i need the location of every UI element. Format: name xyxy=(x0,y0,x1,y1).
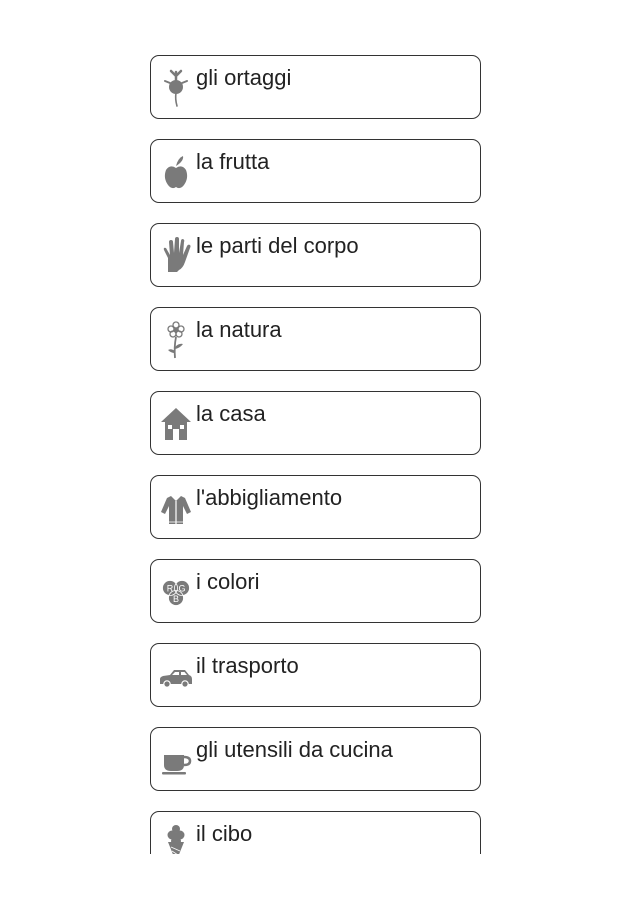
category-item-abbigliamento[interactable]: l'abbigliamento xyxy=(150,475,481,539)
category-label: la natura xyxy=(196,317,282,342)
category-label: la casa xyxy=(196,401,266,426)
beet-icon xyxy=(159,68,193,108)
flower-icon xyxy=(159,320,193,360)
category-label: il trasporto xyxy=(196,653,299,678)
category-label: le parti del corpo xyxy=(196,233,359,258)
category-label: gli ortaggi xyxy=(196,65,292,90)
category-item-corpo[interactable]: le parti del corpo xyxy=(150,223,481,287)
category-label: i colori xyxy=(196,569,260,594)
category-item-natura[interactable]: la natura xyxy=(150,307,481,371)
ice-cream-icon xyxy=(159,824,193,854)
category-label: l'abbigliamento xyxy=(196,485,343,510)
category-item-casa[interactable]: la casa xyxy=(150,391,481,455)
category-item-trasporto[interactable]: il trasporto xyxy=(150,643,481,707)
cup-icon xyxy=(159,740,193,780)
svg-text:G: G xyxy=(178,584,185,594)
svg-text:R: R xyxy=(167,584,174,594)
apple-icon xyxy=(159,152,193,192)
rgb-colors-icon: R G B xyxy=(159,572,193,612)
category-list: gli ortaggi la frutta le parti del corpo xyxy=(150,55,483,854)
jacket-icon xyxy=(159,488,193,528)
svg-text:B: B xyxy=(173,594,179,604)
category-item-cibo[interactable]: il cibo xyxy=(150,811,481,854)
category-label: gli utensili da cucina xyxy=(196,737,393,762)
category-item-ortaggi[interactable]: gli ortaggi xyxy=(150,55,481,119)
category-item-utensili[interactable]: gli utensili da cucina xyxy=(150,727,481,791)
category-item-frutta[interactable]: la frutta xyxy=(150,139,481,203)
hand-icon xyxy=(159,236,193,276)
car-icon xyxy=(159,656,193,696)
category-label: la frutta xyxy=(196,149,270,174)
category-label: il cibo xyxy=(196,821,253,846)
house-icon xyxy=(159,404,193,444)
category-item-colori[interactable]: R G B i colori xyxy=(150,559,481,623)
